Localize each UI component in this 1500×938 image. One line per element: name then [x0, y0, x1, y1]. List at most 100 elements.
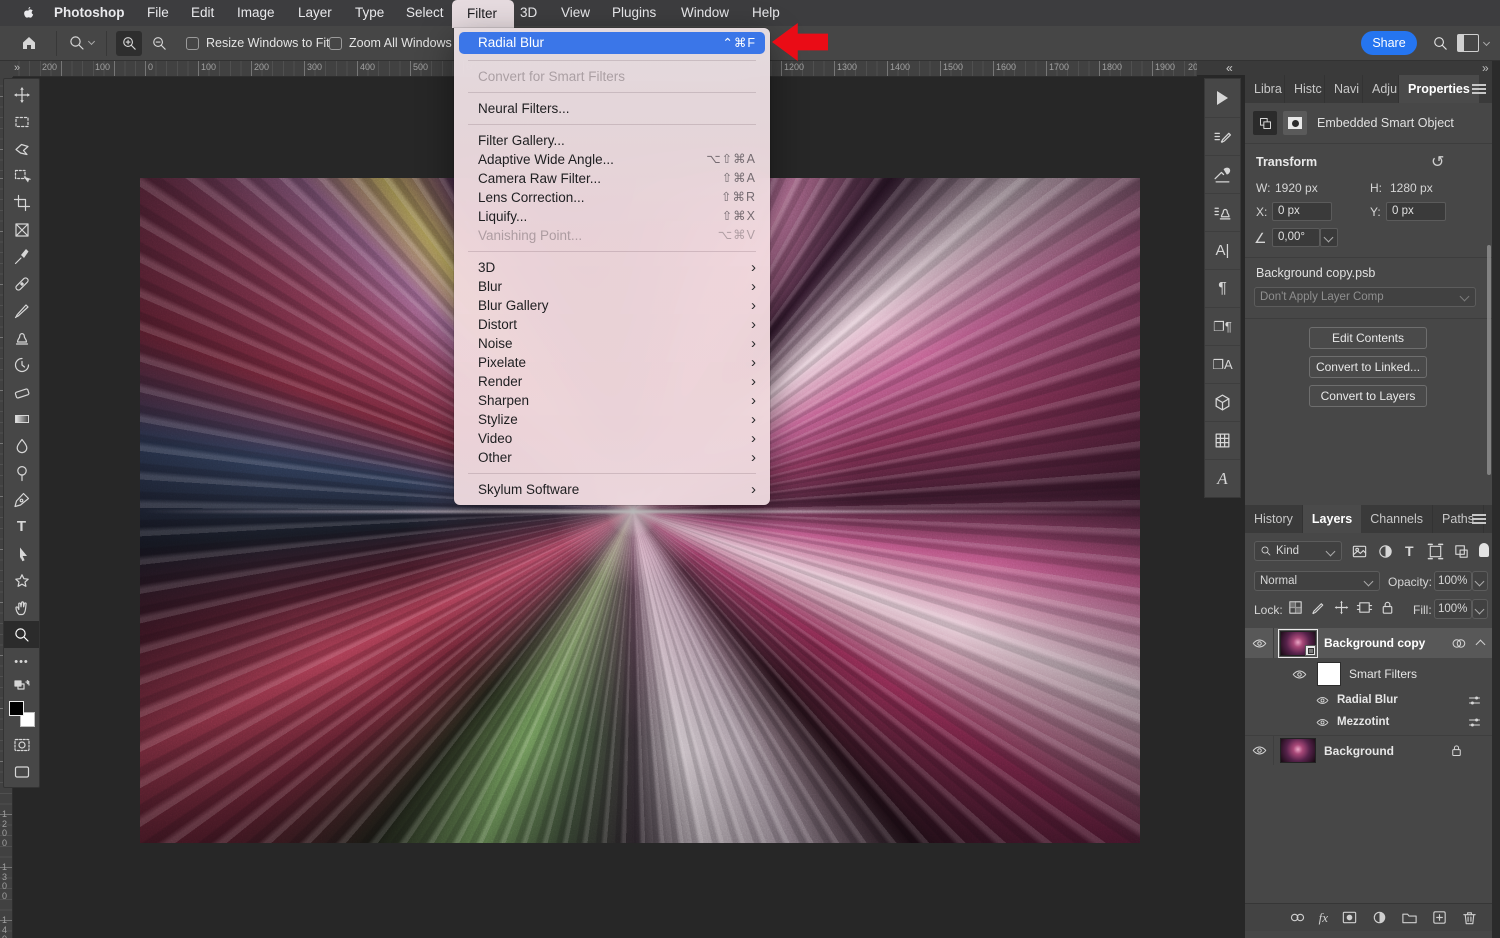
object-selection-tool[interactable] — [4, 162, 39, 189]
eraser-tool[interactable] — [4, 378, 39, 405]
menu-item-stylize[interactable]: Stylize › — [454, 410, 770, 429]
layer-row-radial-blur[interactable]: Radial Blur — [1245, 689, 1492, 711]
smart-filters-toggle-icon[interactable] — [1451, 636, 1466, 651]
lock-transparency-icon[interactable] — [1287, 599, 1304, 616]
menu-file[interactable]: File — [147, 0, 169, 26]
crop-tool[interactable] — [4, 189, 39, 216]
adjustment-layer-icon[interactable] — [1371, 909, 1388, 926]
zoom-all-windows-checkbox[interactable] — [329, 37, 342, 50]
filter-blending-options-icon[interactable] — [1467, 715, 1482, 730]
screen-mode-button[interactable] — [4, 758, 39, 785]
edit-contents-button[interactable]: Edit Contents — [1309, 327, 1427, 349]
menu-photoshop[interactable]: Photoshop — [54, 0, 125, 26]
layers-panel-menu-icon[interactable] — [1472, 514, 1486, 524]
lock-pixels-icon[interactable] — [1310, 599, 1327, 616]
collapse-filters-chevron-icon[interactable] — [1476, 640, 1486, 650]
menu-item-video[interactable]: Video › — [454, 429, 770, 448]
tab-history[interactable]: History — [1245, 505, 1303, 533]
menu-item-lens-correction[interactable]: Lens Correction... ⇧⌘R — [454, 188, 770, 207]
lock-position-icon[interactable] — [1333, 599, 1350, 616]
visibility-toggle[interactable] — [1316, 716, 1329, 729]
y-position-field[interactable]: 0 px — [1386, 202, 1446, 221]
paragraph-styles-panel-icon[interactable]: ❐¶ — [1205, 307, 1240, 345]
convert-to-layers-button[interactable]: Convert to Layers — [1309, 385, 1427, 407]
tab-navigator[interactable]: Navi — [1325, 75, 1363, 103]
menu-item-other[interactable]: Other › — [454, 448, 770, 467]
panel-group-collapse-icon[interactable]: » — [1482, 61, 1489, 75]
tab-libraries[interactable]: Libra — [1245, 75, 1285, 103]
glyphs-panel-icon[interactable]: A — [1205, 459, 1240, 497]
brush-settings-panel-icon[interactable] — [1205, 117, 1240, 155]
apple-menu-icon[interactable] — [20, 1, 35, 27]
filter-type-layers-icon[interactable]: T — [1405, 543, 1414, 559]
character-styles-panel-icon[interactable]: ❐A — [1205, 345, 1240, 383]
menu-item-skylum-software[interactable]: Skylum Software › — [454, 480, 770, 499]
actions-panel-icon[interactable] — [1205, 79, 1240, 117]
swap-colors-icon[interactable] — [4, 675, 39, 697]
layer-row-background[interactable]: Background — [1245, 735, 1492, 765]
menu-item-sharpen[interactable]: Sharpen › — [454, 391, 770, 410]
filter-pixel-layers-icon[interactable] — [1351, 543, 1368, 560]
workspace-switcher-icon[interactable] — [1457, 34, 1479, 52]
menu-item-render[interactable]: Render › — [454, 372, 770, 391]
menu-item-noise[interactable]: Noise › — [454, 334, 770, 353]
zoom-in-button[interactable] — [116, 31, 142, 56]
eyedropper-tool[interactable] — [4, 243, 39, 270]
patterns-panel-icon[interactable] — [1205, 421, 1240, 459]
marquee-tool[interactable] — [4, 108, 39, 135]
blend-mode-select[interactable]: Normal — [1254, 571, 1380, 591]
clone-source-panel-icon[interactable] — [1205, 193, 1240, 231]
visibility-toggle[interactable] — [1245, 736, 1274, 765]
add-mask-icon[interactable] — [1341, 909, 1358, 926]
visibility-toggle[interactable] — [1292, 667, 1307, 682]
lock-artboard-icon[interactable] — [1356, 599, 1373, 616]
pen-tool[interactable] — [4, 486, 39, 513]
more-tools[interactable]: ••• — [4, 648, 39, 675]
menu-item-radial-blur[interactable]: Radial Blur ⌃⌘F — [459, 32, 765, 54]
blur-tool[interactable] — [4, 432, 39, 459]
paragraph-panel-icon[interactable]: ¶ — [1205, 269, 1240, 307]
filter-shape-layers-icon[interactable] — [1427, 543, 1444, 560]
filter-mask-thumbnail[interactable] — [1317, 662, 1341, 686]
menu-filter[interactable]: Filter — [467, 0, 497, 26]
menu-3d[interactable]: 3D — [520, 0, 537, 26]
path-selection-tool[interactable] — [4, 540, 39, 567]
frame-tool[interactable] — [4, 216, 39, 243]
filter-adjustment-layers-icon[interactable] — [1377, 543, 1394, 560]
home-button[interactable] — [16, 30, 42, 56]
brush-tool[interactable] — [4, 297, 39, 324]
menu-item-blur[interactable]: Blur › — [454, 277, 770, 296]
delete-layer-icon[interactable] — [1461, 909, 1478, 926]
layer-thumbnail[interactable] — [1280, 738, 1316, 763]
link-layers-icon[interactable] — [1289, 909, 1306, 926]
type-tool[interactable]: T — [4, 513, 39, 540]
menu-select[interactable]: Select — [406, 0, 444, 26]
tab-properties[interactable]: Properties — [1399, 75, 1479, 103]
menu-item-neural-filters[interactable]: Neural Filters... — [454, 99, 770, 118]
smart-filter-name[interactable]: Radial Blur — [1337, 694, 1398, 706]
menu-item-filter-gallery[interactable]: Filter Gallery... — [454, 131, 770, 150]
x-position-field[interactable]: 0 px — [1272, 202, 1332, 221]
foreground-color-swatch[interactable] — [9, 701, 24, 716]
character-panel-icon[interactable]: A| — [1205, 231, 1240, 269]
tab-histogram[interactable]: Histc — [1285, 75, 1325, 103]
menu-item-blur-gallery[interactable]: Blur Gallery › — [454, 296, 770, 315]
layer-row-mezzotint[interactable]: Mezzotint — [1245, 711, 1492, 733]
dock-collapse-icon[interactable]: « — [1226, 61, 1233, 75]
clone-stamp-tool[interactable] — [4, 324, 39, 351]
gradient-tool[interactable] — [4, 405, 39, 432]
fill-dropdown[interactable] — [1472, 599, 1488, 619]
color-swatches[interactable] — [4, 697, 39, 731]
mask-properties-icon[interactable] — [1283, 111, 1307, 135]
menu-item-distort[interactable]: Distort › — [454, 315, 770, 334]
share-button[interactable]: Share — [1361, 31, 1417, 55]
menu-layer[interactable]: Layer — [298, 0, 332, 26]
filter-blending-options-icon[interactable] — [1467, 693, 1482, 708]
visibility-toggle[interactable] — [1316, 694, 1329, 707]
zoom-out-button[interactable] — [146, 31, 172, 56]
menu-type[interactable]: Type — [355, 0, 384, 26]
history-brush-tool[interactable] — [4, 351, 39, 378]
healing-brush-tool[interactable] — [4, 270, 39, 297]
menu-image[interactable]: Image — [237, 0, 275, 26]
brushes-panel-icon[interactable] — [1205, 155, 1240, 193]
